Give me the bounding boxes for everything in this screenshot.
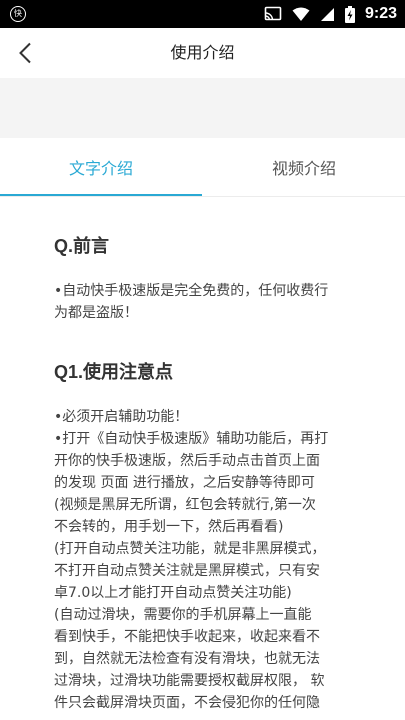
- notes-line: 过滑块，过滑块功能需要授权截屏权限， 软: [54, 673, 325, 689]
- notes-line: •打开《自动快手极速版》辅助功能后，再打: [54, 431, 329, 447]
- notes-line: 开你的快手极速版，然后手动点击首页上面: [54, 453, 320, 469]
- notes-line: 不会转的，用手划一下，然后再看看): [54, 519, 284, 535]
- notes-line: 件只会截屏滑块页面，不会侵犯你的任何隐: [54, 695, 320, 711]
- page-title: 使用介绍: [170, 43, 235, 62]
- app-notification-icon: 快: [10, 6, 26, 22]
- active-tab-indicator: [0, 194, 202, 196]
- cast-icon: [264, 6, 282, 21]
- section-heading-notes: Q1.使用注意点: [54, 362, 174, 382]
- section-heading-preface: Q.前言: [54, 236, 110, 256]
- notes-line: 到，自然就无法检查有没有滑块，也就无法: [54, 651, 320, 667]
- back-arrow-icon: [19, 42, 31, 64]
- notes-line: 卓7.0以上才能打开自动点赞关注功能): [54, 585, 292, 601]
- notes-line: (自动过滑块，需要你的手机屏幕上一直能: [54, 607, 312, 623]
- notes-line: (打开自动点赞关注功能，就是非黑屏模式，: [54, 541, 326, 557]
- notes-line: 不打开自动点赞关注就是黑屏模式，只有安: [54, 563, 320, 579]
- notes-line: 看到快手，不能把快手收起来，收起来看不: [54, 629, 320, 645]
- tab-video-intro[interactable]: 视频介绍: [203, 138, 405, 198]
- back-button[interactable]: [10, 38, 40, 68]
- preface-line: 为都是盗版！: [54, 305, 138, 321]
- preface-line: •自动快手极速版是完全免费的，任何收费行: [54, 283, 329, 299]
- status-icons: 9:23: [264, 4, 397, 24]
- clock: 9:23: [364, 5, 397, 22]
- signal-icon: [320, 7, 334, 21]
- header-spacer: [0, 78, 405, 138]
- tab-bar: 文字介绍 视频介绍: [0, 138, 405, 198]
- notes-line: 的发现 页面 进行播放，之后安静等待即可: [54, 475, 315, 491]
- notes-line: (视频是黑屏无所谓，红包会转就行,第一次: [54, 497, 316, 513]
- notes-body: •必须开启辅助功能！ •打开《自动快手极速版》辅助功能后，再打 开你的快手极速版…: [54, 406, 384, 714]
- tab-divider: [0, 196, 405, 197]
- app-bar: 使用介绍: [0, 28, 405, 78]
- status-bar: 快 9:23: [0, 0, 405, 28]
- battery-charging-icon: [344, 5, 355, 23]
- intro-content: Q.前言 •自动快手极速版是完全免费的，任何收费行 为都是盗版！ Q1.使用注意…: [54, 198, 384, 714]
- tab-text-intro[interactable]: 文字介绍: [0, 138, 202, 198]
- wifi-icon: [292, 7, 310, 21]
- notes-line: •必须开启辅助功能！: [54, 409, 189, 425]
